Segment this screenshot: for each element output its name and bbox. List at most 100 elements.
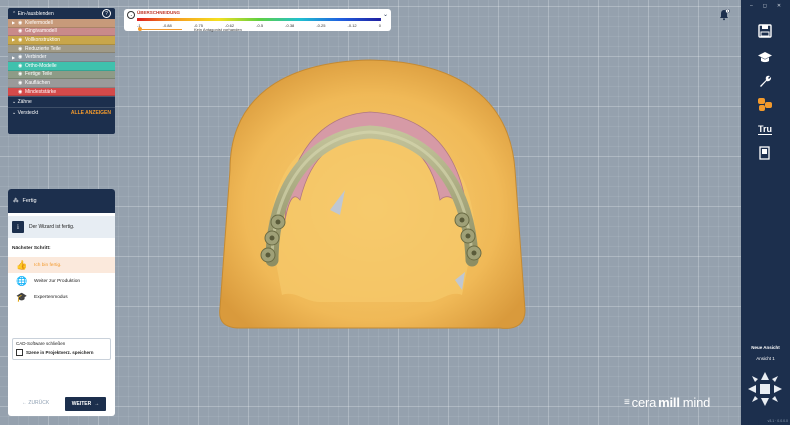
layer-row[interactable]: ◉ Gingivamodell [8,27,115,37]
brand-bold: mill [658,395,680,410]
layer-label: Kiefermodell [25,19,53,26]
floppy-disk-icon [758,24,772,38]
legend-ticks: -1 -0.88 -0.75 -0.62 -0.5 -0.38 -0.25 -0… [137,23,381,28]
info-icon: i [12,221,24,233]
tools-button[interactable] [755,72,775,90]
show-all-button[interactable]: ALLE ANZEIGEN [71,110,111,116]
legend-tick: -0.12 [347,23,357,28]
logo-mark-icon: ≡ [624,397,630,408]
layer-row[interactable]: ◉ Mindeststärke [8,87,115,97]
teeth-tool-icon [758,98,772,111]
layer-row[interactable]: ▶ ◉ Verbinder [8,53,115,62]
layer-label: Mindeststärke [25,88,57,95]
eye-icon[interactable]: ◉ [18,63,25,69]
layer-label: Vollkonstruktion [25,36,61,43]
slider-track[interactable] [142,28,182,30]
option-expert[interactable]: 🎓 Expertenmodus [8,289,115,305]
back-button[interactable]: ← ZURÜCK [22,400,49,406]
view-name: Ansicht 1 [756,356,775,361]
layer-row[interactable]: ◉ Fertige Teile [8,70,115,80]
layer-label: Gingivamodell [25,28,57,35]
layer-row[interactable]: ◉ Kauflächen [8,79,115,88]
close-button[interactable]: ✕ [777,3,781,9]
layer-row[interactable]: ▶ ◉ Kiefermodell [8,19,115,28]
wizard-info: i Der Wizard ist fertig. [8,216,115,238]
option-label: Weiter zur Produktion [34,278,81,284]
thumbs-up-icon: 👍 [16,259,28,270]
option-label: Ich bin fertig. [34,262,62,268]
legend-tick: -0.38 [285,23,295,28]
eye-icon[interactable]: ◉ [18,89,25,95]
close-software-label: CAD-Software schließen [16,341,66,346]
eye-icon[interactable]: ◉ [18,37,25,43]
tru-label: Tru [757,123,772,135]
help-icon[interactable]: ? [102,9,111,18]
eye-icon[interactable]: ◉ [18,20,25,26]
option-production[interactable]: 🌐 Weiter zur Produktion [8,273,115,289]
eye-icon[interactable]: ◉ [18,54,25,60]
back-label: ZURÜCK [28,400,50,406]
hidden-row[interactable]: ⌄ Versteckt ALLE ANZEIGEN [8,107,115,118]
eye-icon[interactable]: ◉ [18,80,25,86]
checkbox[interactable] [16,349,23,356]
teeth-row[interactable]: ⌄ Zähne [8,96,115,107]
brand-suffix: mind [682,395,711,410]
legend-tick: -0.5 [256,23,264,28]
eye-icon[interactable]: ◉ [18,28,25,34]
layer-label: Reduzierte Teile [25,45,61,52]
layer-row[interactable]: ▶ ◉ Vollkonstruktion [8,36,115,45]
maximize-button[interactable]: ◻ [763,3,767,9]
brand-prefix: cera [631,395,657,410]
view-navigator-icon[interactable] [746,370,784,408]
layer-row[interactable]: ◉ Reduzierte Teile [8,44,115,54]
graduation-cap-icon: 🎓 [16,291,28,302]
color-scale-bar [137,18,381,21]
option-label: Expertenmodus [34,294,68,300]
close-software-box: CAD-Software schließen Szene in Projektv… [12,338,111,360]
new-view-label[interactable]: Neue Ansicht [741,345,790,350]
tru-button[interactable]: Tru [755,120,775,138]
layer-label: Verbinder [25,54,47,61]
globe-icon: 🌐 [16,275,28,286]
version-label: v3.1 · 0.0.0.0 [767,419,788,423]
legend-tick: -0.88 [162,23,172,28]
teeth-label: Zähne [17,99,32,106]
ceramill-mind-logo: ≡ cera mill mind [624,395,710,410]
eye-icon[interactable]: ◉ [18,71,25,77]
bell-icon[interactable]: 1 [718,9,730,21]
layer-row[interactable]: ◉ Ortho-Modelle [8,61,115,71]
option-done[interactable]: 👍 Ich bin fertig. [8,257,115,273]
layer-label: Ortho-Modelle [25,62,57,69]
wrench-icon [760,75,772,87]
nodes-icon: ⁂ [13,198,19,204]
legend-tick: -0.25 [316,23,326,28]
layers-panel: ⌃ Ein-/ausblenden ? ▶ ◉ Kiefermodell ◉ Gingi… [8,8,115,134]
layer-list: ▶ ◉ Kiefermodell ◉ Gingivamodell ▶ ◉ Vollkonstr… [8,19,115,97]
layers-header[interactable]: ⌃ Ein-/ausblenden ? [8,8,115,19]
save-scene-label: Szene in Projektverz. speichern [26,350,94,355]
eye-icon[interactable]: ◉ [18,46,25,52]
academy-button[interactable] [755,48,775,66]
right-toolbar: – ◻ ✕ Tru Neue Ansicht Ansicht 1 v3.1 · … [741,0,790,425]
next-step-label: Nächster Schritt: [12,246,51,251]
legend-tick: 0 [378,23,381,28]
wizard-header: ⁂ Fertig [8,189,115,213]
active-tool-button[interactable] [755,95,775,113]
graduation-cap-icon [758,52,772,63]
hidden-label: Versteckt [17,110,39,117]
save-button[interactable] [755,22,775,40]
wizard-info-text: Der Wizard ist fertig. [29,224,75,230]
wizard-title: Fertig [22,198,37,204]
wizard-panel: ⁂ Fertig i Der Wizard ist fertig. Nächst… [8,189,115,416]
book-icon [759,146,770,160]
layer-label: Fertige Teile [25,71,53,78]
legend-title: ÜBERSCHNEIDUNG [137,10,181,15]
chevron-down-icon[interactable]: ⌄ [383,11,388,18]
jaw-model[interactable] [200,40,540,340]
continue-label: WEITER [71,401,92,407]
save-scene-checkbox[interactable]: Szene in Projektverz. speichern [16,349,107,356]
library-button[interactable] [755,144,775,162]
minimize-button[interactable]: – [750,3,753,9]
continue-button[interactable]: WEITER → [65,397,106,411]
gauge-icon: ◔ [127,11,135,19]
